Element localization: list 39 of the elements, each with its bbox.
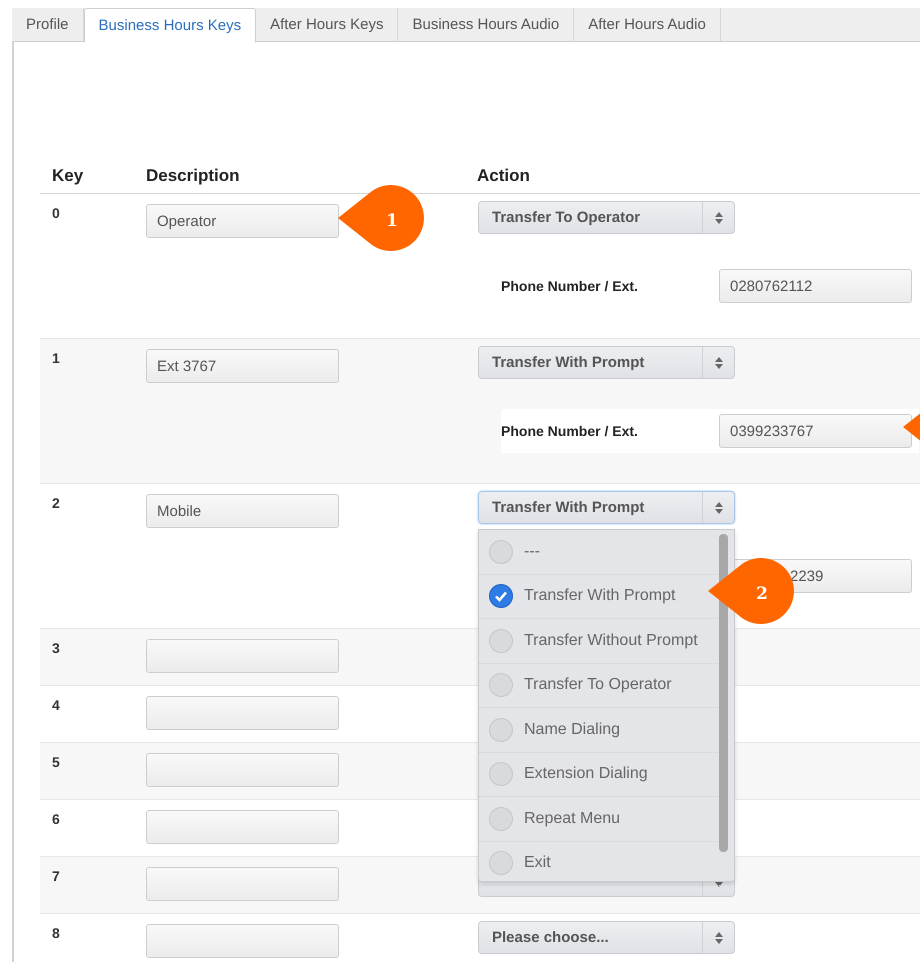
tab[interactable]: Business Hours Keys	[84, 8, 256, 43]
phone-label: Phone Number / Ext.	[501, 278, 639, 294]
tab[interactable]: After Hours Keys	[256, 8, 398, 41]
key-number: 8	[51, 924, 60, 941]
column-header: Key	[51, 166, 84, 186]
description-field[interactable]	[146, 639, 339, 673]
description-field[interactable]: Mobile	[146, 494, 339, 528]
phone-field[interactable]: 0280762112	[719, 269, 912, 303]
key-number: 1	[51, 349, 60, 366]
action-select[interactable]: Transfer With Prompt	[478, 346, 735, 379]
action-select[interactable]: Please choose...	[478, 921, 735, 954]
scrollbar[interactable]	[719, 534, 728, 852]
key-number: 5	[51, 753, 60, 770]
description-field[interactable]	[146, 924, 339, 958]
column-header: Description	[146, 166, 241, 186]
description-field[interactable]	[146, 867, 339, 901]
action-select[interactable]: Transfer With Prompt	[478, 491, 735, 524]
tab[interactable]: Business Hours Audio	[398, 8, 574, 41]
up-down-arrows-icon	[714, 356, 722, 368]
phone-label: Phone Number / Ext.	[501, 423, 639, 439]
dropdown-option[interactable]: Exit	[479, 842, 720, 886]
key-number: 4	[51, 696, 60, 713]
description-field[interactable]	[146, 753, 339, 787]
action-select[interactable]: Transfer To Operator	[478, 201, 735, 234]
key-number: 3	[51, 639, 60, 656]
key-number: 2	[51, 494, 60, 511]
key-number: 7	[51, 867, 60, 884]
description-field[interactable]	[146, 810, 339, 844]
up-down-arrows-icon	[714, 212, 722, 224]
key-number: 6	[51, 810, 60, 827]
key-number: 0	[51, 204, 60, 221]
description-field[interactable]	[146, 696, 339, 730]
description-field[interactable]: Operator	[146, 204, 339, 238]
column-header: Action	[477, 166, 531, 186]
phone-field[interactable]: 0399233767	[719, 414, 912, 448]
up-down-arrows-icon	[714, 932, 722, 944]
up-down-arrows-icon	[714, 502, 722, 514]
description-field[interactable]: Ext 3767	[146, 349, 339, 383]
tab[interactable]: After Hours Audio	[574, 8, 721, 41]
